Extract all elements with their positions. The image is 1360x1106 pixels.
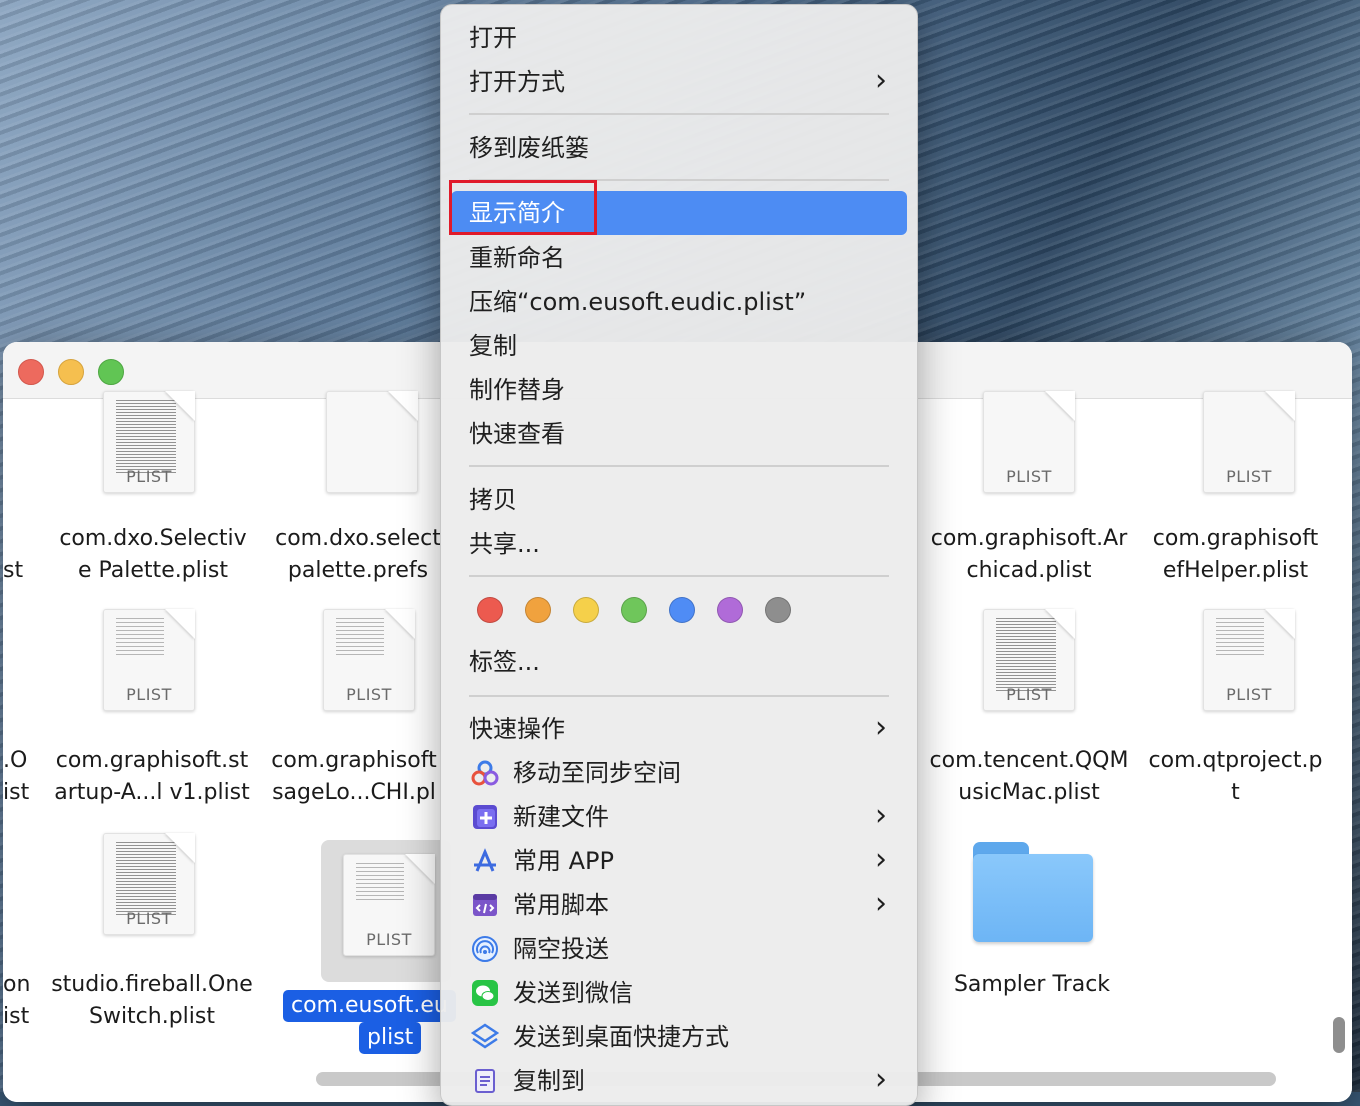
annotation-highlight-box [449, 180, 597, 235]
tag-red-dot[interactable] [477, 597, 503, 623]
file-name: com.graphisoft sageLo...CHI.pl [271, 748, 437, 805]
menu-item-open[interactable]: 打开 [451, 16, 907, 60]
app-store-icon [474, 848, 496, 872]
selected-file-name-line2[interactable]: plist [359, 1022, 422, 1054]
file-label-partial: on [3, 972, 31, 997]
tag-purple-dot[interactable] [717, 597, 743, 623]
selected-file-name-line1[interactable]: com.eusoft.eu [283, 990, 456, 1022]
file-label-partial: ist [3, 1004, 30, 1029]
chevron-right-icon: › [875, 886, 887, 921]
chevron-right-icon: › [875, 1062, 887, 1097]
chevron-right-icon: › [875, 63, 887, 98]
plist-file-icon[interactable]: PLIST [1203, 609, 1295, 711]
menu-item-move-to-sync-space[interactable]: 移动至同步空间 [451, 751, 907, 795]
prefs-file-icon[interactable] [326, 391, 418, 493]
menu-item-send-to-wechat[interactable]: 发送到微信 [451, 971, 907, 1015]
menu-separator [469, 695, 889, 697]
new-file-icon [473, 805, 497, 829]
menu-item-tags[interactable]: 标签... [451, 640, 907, 684]
file-name: com.graphisoft.Ar chicad.plist [930, 526, 1128, 583]
vertical-scrollbar[interactable] [1333, 1017, 1345, 1053]
file-name: studio.fireball.One Switch.plist [51, 972, 253, 1029]
shortcut-icon [471, 1023, 499, 1049]
menu-item-duplicate[interactable]: 复制 [451, 324, 907, 368]
menu-item-move-to-trash[interactable]: 移到废纸篓 [451, 126, 907, 170]
menu-item-copy-to[interactable]: 复制到 › [451, 1059, 907, 1103]
plist-file-icon[interactable]: PLIST [103, 391, 195, 493]
chevron-right-icon: › [875, 842, 887, 877]
menu-item-airdrop[interactable]: 隔空投送 [451, 927, 907, 971]
zoom-window-button[interactable] [98, 359, 124, 385]
tag-yellow-dot[interactable] [573, 597, 599, 623]
menu-item-copy[interactable]: 拷贝 [451, 478, 907, 522]
tag-green-dot[interactable] [621, 597, 647, 623]
menu-item-share[interactable]: 共享... [451, 522, 907, 566]
script-icon [473, 894, 497, 916]
minimize-window-button[interactable] [58, 359, 84, 385]
menu-item-quick-actions[interactable]: 快速操作 › [451, 707, 907, 751]
file-label-partial: ist [3, 780, 30, 805]
menu-item-open-with[interactable]: 打开方式 › [451, 60, 907, 104]
menu-separator [469, 465, 889, 467]
file-name: com.qtproject.p t [1148, 748, 1323, 805]
menu-item-quick-look[interactable]: 快速查看 [451, 412, 907, 456]
file-name: com.graphisoft.st artup-A...l v1.plist [54, 748, 250, 805]
plist-file-icon[interactable]: PLIST [103, 833, 195, 935]
file-label-partial: .O [3, 748, 28, 773]
plist-file-icon[interactable]: PLIST [323, 609, 415, 711]
file-label-partial: st [3, 558, 24, 583]
menu-separator [469, 113, 889, 115]
menu-item-compress[interactable]: 压缩“com.eusoft.eudic.plist” [451, 280, 907, 324]
file-name: com.dxo.select palette.prefs [275, 526, 441, 583]
close-window-button[interactable] [18, 359, 44, 385]
sync-space-icon [471, 760, 499, 786]
menu-item-common-apps[interactable]: 常用 APP › [451, 839, 907, 883]
menu-item-make-alias[interactable]: 制作替身 [451, 368, 907, 412]
airdrop-icon [472, 936, 498, 962]
copy-to-icon [475, 1069, 495, 1093]
file-name: com.graphisoft efHelper.plist [1152, 526, 1319, 583]
selected-plist-file-icon[interactable]: PLIST [343, 854, 435, 956]
menu-item-rename[interactable]: 重新命名 [451, 236, 907, 280]
plist-file-icon[interactable]: PLIST [983, 609, 1075, 711]
file-name: com.dxo.Selectiv e Palette.plist [59, 526, 247, 583]
chevron-right-icon: › [875, 710, 887, 745]
plist-file-icon[interactable]: PLIST [983, 391, 1075, 493]
menu-item-common-scripts[interactable]: 常用脚本 › [451, 883, 907, 927]
plist-file-icon[interactable]: PLIST [103, 609, 195, 711]
tag-gray-dot[interactable] [765, 597, 791, 623]
tag-orange-dot[interactable] [525, 597, 551, 623]
file-name: com.tencent.QQM usicMac.plist [929, 748, 1129, 805]
context-menu[interactable]: 打开 打开方式 › 移到废纸篓 显示简介 重新命名 压缩“com.eusoft.e… [440, 4, 918, 1106]
folder-name: Sampler Track [953, 972, 1111, 997]
menu-item-new-file[interactable]: 新建文件 › [451, 795, 907, 839]
wechat-icon [472, 980, 498, 1006]
folder-icon[interactable] [973, 842, 1093, 942]
menu-separator [469, 575, 889, 577]
tag-blue-dot[interactable] [669, 597, 695, 623]
chevron-right-icon: › [875, 798, 887, 833]
menu-item-send-to-desktop-shortcut[interactable]: 发送到桌面快捷方式 [451, 1015, 907, 1059]
plist-file-icon[interactable]: PLIST [1203, 391, 1295, 493]
